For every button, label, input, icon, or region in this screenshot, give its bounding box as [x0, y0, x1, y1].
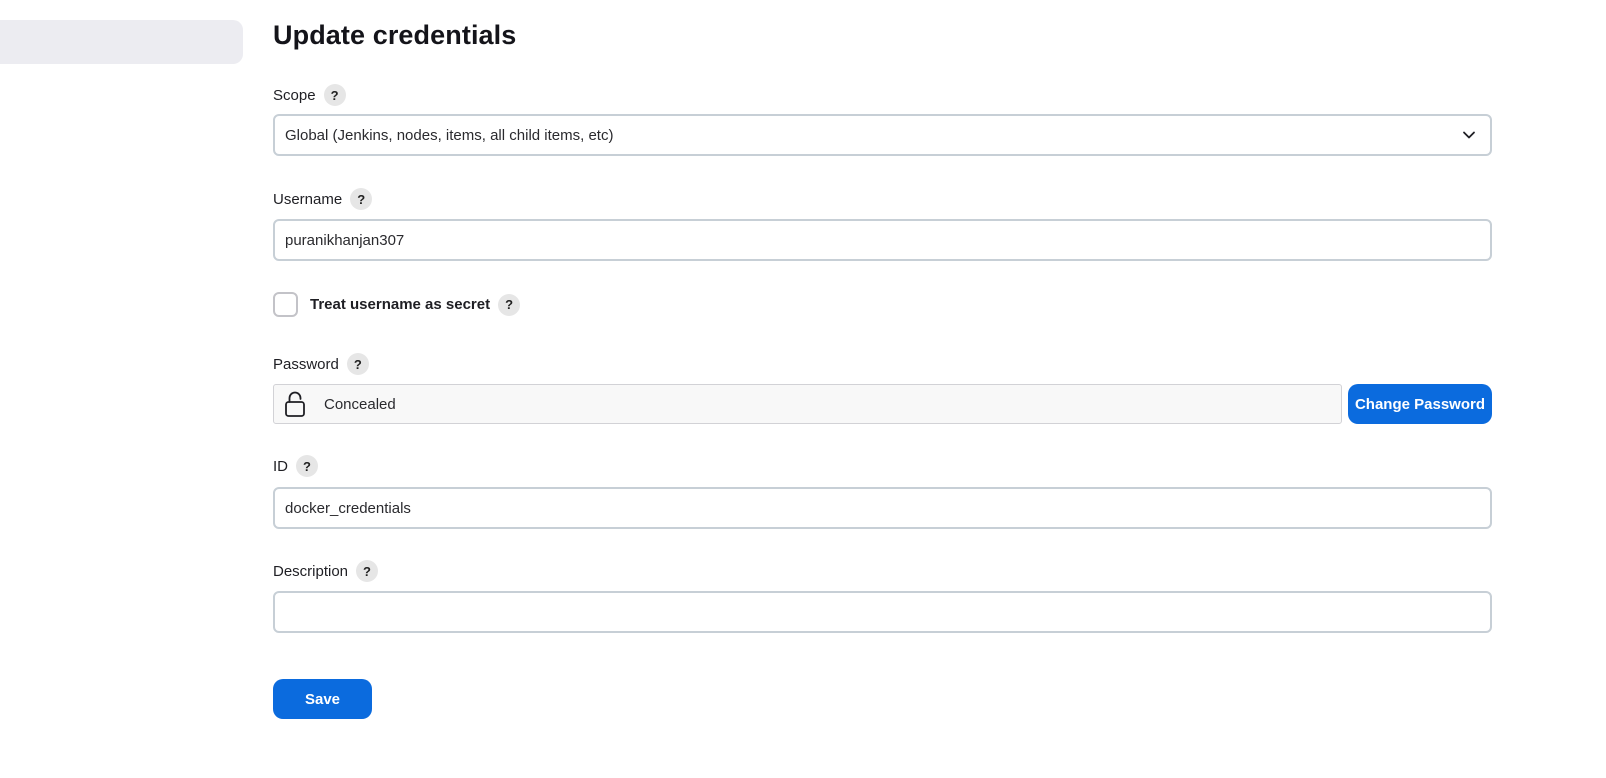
lock-icon	[285, 391, 305, 417]
treat-username-secret-label[interactable]: Treat username as secret	[310, 296, 490, 313]
scope-label-row: Scope ?	[273, 83, 346, 107]
id-input[interactable]	[273, 487, 1492, 529]
change-password-button[interactable]: Change Password	[1348, 384, 1492, 424]
description-label-row: Description ?	[273, 559, 379, 583]
username-label: Username	[273, 190, 343, 208]
username-label-row: Username ?	[273, 187, 373, 211]
scope-label: Scope	[273, 86, 316, 104]
save-button[interactable]: Save	[273, 679, 372, 719]
password-help-button[interactable]: ?	[346, 353, 369, 375]
password-concealed-field: Concealed	[273, 384, 1342, 424]
id-label-row: ID ?	[273, 454, 318, 478]
treat-username-secret-row: Treat username as secret ?	[273, 292, 521, 317]
id-help-button[interactable]: ?	[296, 455, 318, 477]
username-help-button[interactable]: ?	[350, 188, 373, 210]
chevron-down-icon	[1463, 131, 1475, 139]
treat-username-secret-help-button[interactable]: ?	[498, 293, 521, 316]
page-title: Update credentials	[273, 20, 517, 50]
sidebar-selected-item[interactable]	[0, 20, 243, 64]
password-label-row: Password ?	[273, 352, 369, 376]
description-label: Description	[273, 562, 349, 580]
password-label: Password	[273, 355, 339, 373]
username-input[interactable]	[273, 219, 1492, 261]
description-help-button[interactable]: ?	[356, 560, 379, 582]
scope-help-button[interactable]: ?	[323, 84, 346, 106]
id-label: ID	[273, 457, 288, 475]
scope-select[interactable]: Global (Jenkins, nodes, items, all child…	[273, 114, 1492, 156]
scope-selected-value: Global (Jenkins, nodes, items, all child…	[285, 126, 614, 144]
description-input[interactable]	[273, 591, 1492, 633]
password-status: Concealed	[324, 395, 396, 413]
treat-username-secret-checkbox[interactable]	[273, 292, 298, 317]
credentials-page: Update credentials Scope ? Global (Jenki…	[0, 0, 1606, 778]
